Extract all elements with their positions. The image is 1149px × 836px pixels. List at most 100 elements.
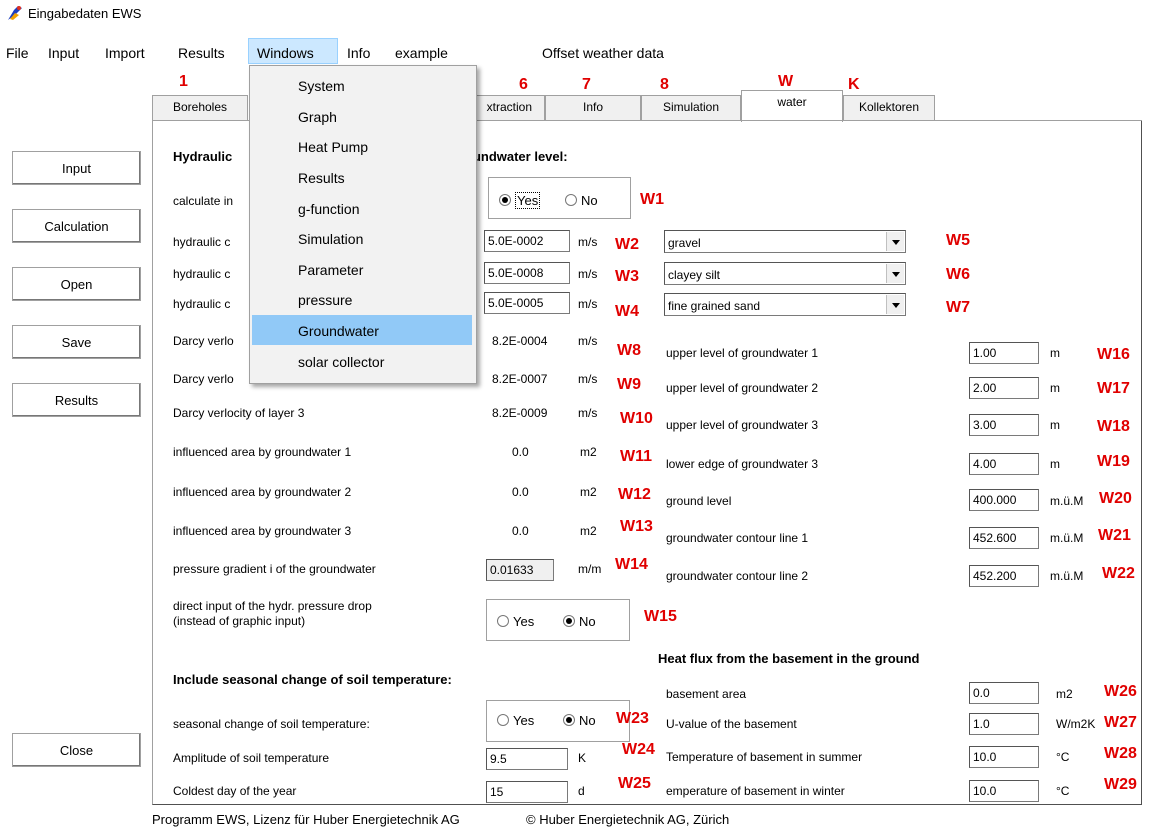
marker-w28: W28 <box>1104 745 1137 762</box>
close-button[interactable]: Close <box>12 733 141 767</box>
temp-summer-input[interactable]: 10.0 <box>969 746 1039 768</box>
darcy-2-value: 8.2E-0007 <box>492 372 548 386</box>
menu-item-results[interactable]: Results <box>298 170 345 186</box>
menu-item-simulation[interactable]: Simulation <box>298 231 363 247</box>
menu-item-g-function[interactable]: g-function <box>298 201 359 217</box>
menu-item-heat-pump[interactable]: Heat Pump <box>298 139 368 155</box>
pressure-gradient-label: pressure gradient i of the groundwater <box>173 562 376 576</box>
u-value-input[interactable]: 1.0 <box>969 713 1039 735</box>
calculate-yes-radio[interactable]: Yes <box>499 192 541 209</box>
menu-input[interactable]: Input <box>48 45 79 61</box>
seasonal-yes-radio[interactable]: Yes <box>497 713 534 728</box>
menu-item-parameter[interactable]: Parameter <box>298 262 363 278</box>
tab-info[interactable]: Info <box>545 95 641 120</box>
direct-input-label-1: direct input of the hydr. pressure drop <box>173 599 372 613</box>
area-3-value: 0.0 <box>512 524 529 538</box>
menu-file[interactable]: File <box>6 45 29 61</box>
seasonal-change-label: seasonal change of soil temperature: <box>173 717 370 731</box>
unit-m-1: m <box>1050 346 1060 360</box>
temp-winter-input[interactable]: 10.0 <box>969 780 1039 802</box>
hydraulic-cond-2-label: hydraulic c <box>173 267 231 281</box>
pressure-gradient-input[interactable]: 0.01633 <box>486 559 554 581</box>
unit-ms-2: m/s <box>578 267 598 281</box>
chevron-down-icon[interactable] <box>886 295 904 314</box>
marker-w7: W7 <box>946 299 970 316</box>
menu-offset-weather[interactable]: Offset weather data <box>542 45 664 61</box>
hydraulic-cond-3-input[interactable]: 5.0E-0005 <box>484 292 570 314</box>
chevron-down-icon[interactable] <box>886 264 904 283</box>
unit-c-winter: °C <box>1056 784 1070 798</box>
unit-m2-area-2: m2 <box>580 485 597 499</box>
soil-type-1-select[interactable]: gravel <box>664 230 906 253</box>
marker-w12: W12 <box>618 486 651 503</box>
save-button[interactable]: Save <box>12 325 141 359</box>
darcy-1-value: 8.2E-0004 <box>492 334 548 348</box>
basement-area-input[interactable]: 0.0 <box>969 682 1039 704</box>
upper-level-1-input[interactable]: 1.00 <box>969 342 1039 364</box>
basement-area-label: basement area <box>666 687 747 701</box>
heat-flux-header: Heat flux from the basement in the groun… <box>658 651 920 666</box>
tab-extraction[interactable]: xtraction <box>467 95 545 120</box>
open-button[interactable]: Open <box>12 267 141 301</box>
unit-m2-area-3: m2 <box>580 524 597 538</box>
tab-kollektoren[interactable]: Kollektoren <box>843 95 935 120</box>
marker-w26: W26 <box>1104 683 1137 700</box>
contour-line-2-input[interactable]: 452.200 <box>969 565 1039 587</box>
marker-w24: W24 <box>622 741 655 758</box>
seasonal-no-radio[interactable]: No <box>563 713 596 728</box>
hydraulic-cond-1-input[interactable]: 5.0E-0002 <box>484 230 570 252</box>
marker-w6: W6 <box>946 266 970 283</box>
menu-item-graph[interactable]: Graph <box>298 109 337 125</box>
contour-line-2-label: groundwater contour line 2 <box>666 569 809 583</box>
menu-item-solar-collector[interactable]: solar collector <box>298 354 384 370</box>
menu-windows[interactable]: Windows <box>257 45 314 61</box>
upper-level-2-label: upper level of groundwater 2 <box>666 381 819 395</box>
contour-line-1-input[interactable]: 452.600 <box>969 527 1039 549</box>
darcy-3-label: Darcy verlocity of layer 3 <box>173 406 305 420</box>
menu-example[interactable]: example <box>395 45 448 61</box>
app-icon <box>8 6 22 20</box>
ground-level-input[interactable]: 400.000 <box>969 489 1039 511</box>
chevron-down-icon[interactable] <box>886 232 904 251</box>
radio-yes-label: Yes <box>513 713 535 728</box>
direct-input-no-radio[interactable]: No <box>563 614 596 629</box>
upper-level-1-label: upper level of groundwater 1 <box>666 346 819 360</box>
tab-water[interactable]: water <box>741 90 843 122</box>
menu-item-pressure[interactable]: pressure <box>298 292 352 308</box>
lower-edge-3-label: lower edge of groundwater 3 <box>666 457 819 471</box>
marker-w21: W21 <box>1098 527 1131 544</box>
radio-dot-icon <box>563 615 575 627</box>
menu-info[interactable]: Info <box>347 45 370 61</box>
input-button[interactable]: Input <box>12 151 141 185</box>
results-button[interactable]: Results <box>12 383 141 417</box>
upper-level-2-input[interactable]: 2.00 <box>969 377 1039 399</box>
hydraulic-cond-2-input[interactable]: 5.0E-0008 <box>484 262 570 284</box>
unit-muem-2: m.ü.M <box>1050 531 1084 545</box>
darcy-3-value: 8.2E-0009 <box>492 406 548 420</box>
coldest-day-input[interactable]: 15 <box>486 781 568 803</box>
tab-marker-1: 1 <box>179 73 188 90</box>
menu-import[interactable]: Import <box>105 45 145 61</box>
marker-w25: W25 <box>618 775 651 792</box>
radio-no-label: No <box>579 614 596 629</box>
upper-level-3-input[interactable]: 3.00 <box>969 414 1039 436</box>
u-value-label: U-value of the basement <box>666 717 797 731</box>
unit-m-4: m <box>1050 457 1060 471</box>
calculate-no-radio[interactable]: No <box>565 193 598 208</box>
soil-type-1-value: gravel <box>668 236 701 250</box>
hydraulic-header: Hydraulic <box>173 149 233 164</box>
tab-boreholes[interactable]: Boreholes <box>152 95 248 120</box>
marker-w8: W8 <box>617 342 641 359</box>
upper-level-3-label: upper level of groundwater 3 <box>666 418 819 432</box>
lower-edge-3-input[interactable]: 4.00 <box>969 453 1039 475</box>
menu-item-groundwater[interactable]: Groundwater <box>298 323 379 339</box>
amplitude-input[interactable]: 9.5 <box>486 748 568 770</box>
menu-results[interactable]: Results <box>178 45 225 61</box>
soil-type-2-select[interactable]: clayey silt <box>664 262 906 285</box>
soil-type-3-value: fine grained sand <box>668 299 761 313</box>
menu-item-system[interactable]: System <box>298 78 345 94</box>
soil-type-3-select[interactable]: fine grained sand <box>664 293 906 316</box>
direct-input-yes-radio[interactable]: Yes <box>497 614 534 629</box>
tab-simulation[interactable]: Simulation <box>641 95 741 120</box>
calculation-button[interactable]: Calculation <box>12 209 141 243</box>
